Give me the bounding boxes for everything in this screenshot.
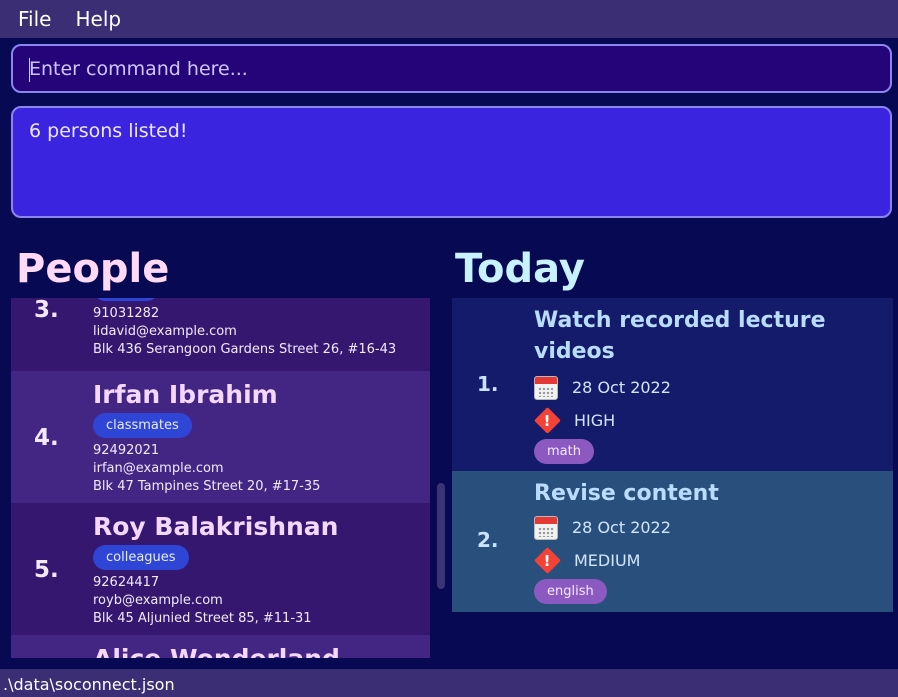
person-tag: classmates bbox=[93, 413, 192, 438]
person-email: royb@example.com bbox=[93, 593, 223, 608]
result-text: 6 persons listed! bbox=[29, 120, 188, 142]
person-name: Irfan Ibrahim bbox=[93, 380, 278, 409]
task-priority: HIGH bbox=[574, 411, 616, 430]
person-address: Blk 436 Serangoon Gardens Street 26, #16… bbox=[93, 342, 397, 357]
person-list[interactable]: 3. family 91031282 lidavid@example.com B… bbox=[11, 298, 430, 658]
task-tag: english bbox=[534, 579, 607, 604]
person-tag: family bbox=[93, 298, 160, 301]
person-card[interactable]: 4. Irfan Ibrahim classmates 92492021 irf… bbox=[11, 371, 430, 503]
task-date: 28 Oct 2022 bbox=[572, 518, 671, 537]
command-input[interactable] bbox=[29, 57, 890, 80]
task-date-row: 28 Oct 2022 bbox=[534, 511, 834, 544]
warning-icon: ! bbox=[534, 548, 560, 574]
person-phone: 92624417 bbox=[93, 575, 160, 590]
menu-help[interactable]: Help bbox=[75, 7, 121, 31]
person-card[interactable]: Alice Wonderland bbox=[11, 635, 430, 658]
person-index: 4. bbox=[34, 425, 59, 451]
command-box[interactable] bbox=[11, 44, 892, 93]
task-tag: math bbox=[534, 439, 594, 464]
person-tag: colleagues bbox=[93, 545, 189, 570]
task-index: 2. bbox=[477, 528, 499, 552]
person-index: 5. bbox=[34, 557, 59, 583]
person-list-scrollbar[interactable] bbox=[437, 483, 445, 589]
person-email: irfan@example.com bbox=[93, 461, 224, 476]
status-bar: .\data\soconnect.json bbox=[0, 669, 898, 697]
person-name: Roy Balakrishnan bbox=[93, 512, 339, 541]
person-address: Blk 47 Tampines Street 20, #17-35 bbox=[93, 479, 321, 494]
menu-file[interactable]: File bbox=[18, 7, 51, 31]
task-title: Watch recorded lecture videos bbox=[534, 308, 826, 364]
person-email: lidavid@example.com bbox=[93, 324, 237, 339]
person-index: 3. bbox=[34, 298, 59, 323]
calendar-icon bbox=[534, 515, 558, 540]
person-phone: 91031282 bbox=[93, 306, 160, 321]
task-index: 1. bbox=[477, 372, 499, 396]
warning-icon: ! bbox=[534, 408, 560, 434]
task-priority-row: ! HIGH bbox=[534, 404, 834, 437]
result-display: 6 persons listed! bbox=[11, 106, 892, 218]
task-date-row: 28 Oct 2022 bbox=[534, 371, 834, 404]
task-priority-row: ! MEDIUM bbox=[534, 544, 834, 577]
task-card[interactable]: 1. Watch recorded lecture videos 28 Oct … bbox=[452, 298, 893, 471]
today-heading: Today bbox=[455, 246, 585, 292]
task-priority: MEDIUM bbox=[574, 551, 641, 570]
person-card[interactable]: 5. Roy Balakrishnan colleagues 92624417 … bbox=[11, 503, 430, 635]
person-address: Blk 45 Aljunied Street 85, #11-31 bbox=[93, 611, 312, 626]
text-caret bbox=[29, 58, 30, 82]
task-date: 28 Oct 2022 bbox=[572, 378, 671, 397]
menu-bar: File Help bbox=[0, 0, 898, 38]
people-heading: People bbox=[16, 246, 170, 292]
task-title: Revise content bbox=[534, 481, 719, 506]
person-phone: 92492021 bbox=[93, 443, 160, 458]
person-name: Alice Wonderland bbox=[93, 643, 340, 658]
data-file-path: .\data\soconnect.json bbox=[3, 675, 175, 694]
person-card[interactable]: 3. family 91031282 lidavid@example.com B… bbox=[11, 298, 430, 371]
calendar-icon bbox=[534, 375, 558, 400]
task-card[interactable]: 2. Revise content 28 Oct 2022 ! MEDIUM e… bbox=[452, 471, 893, 612]
